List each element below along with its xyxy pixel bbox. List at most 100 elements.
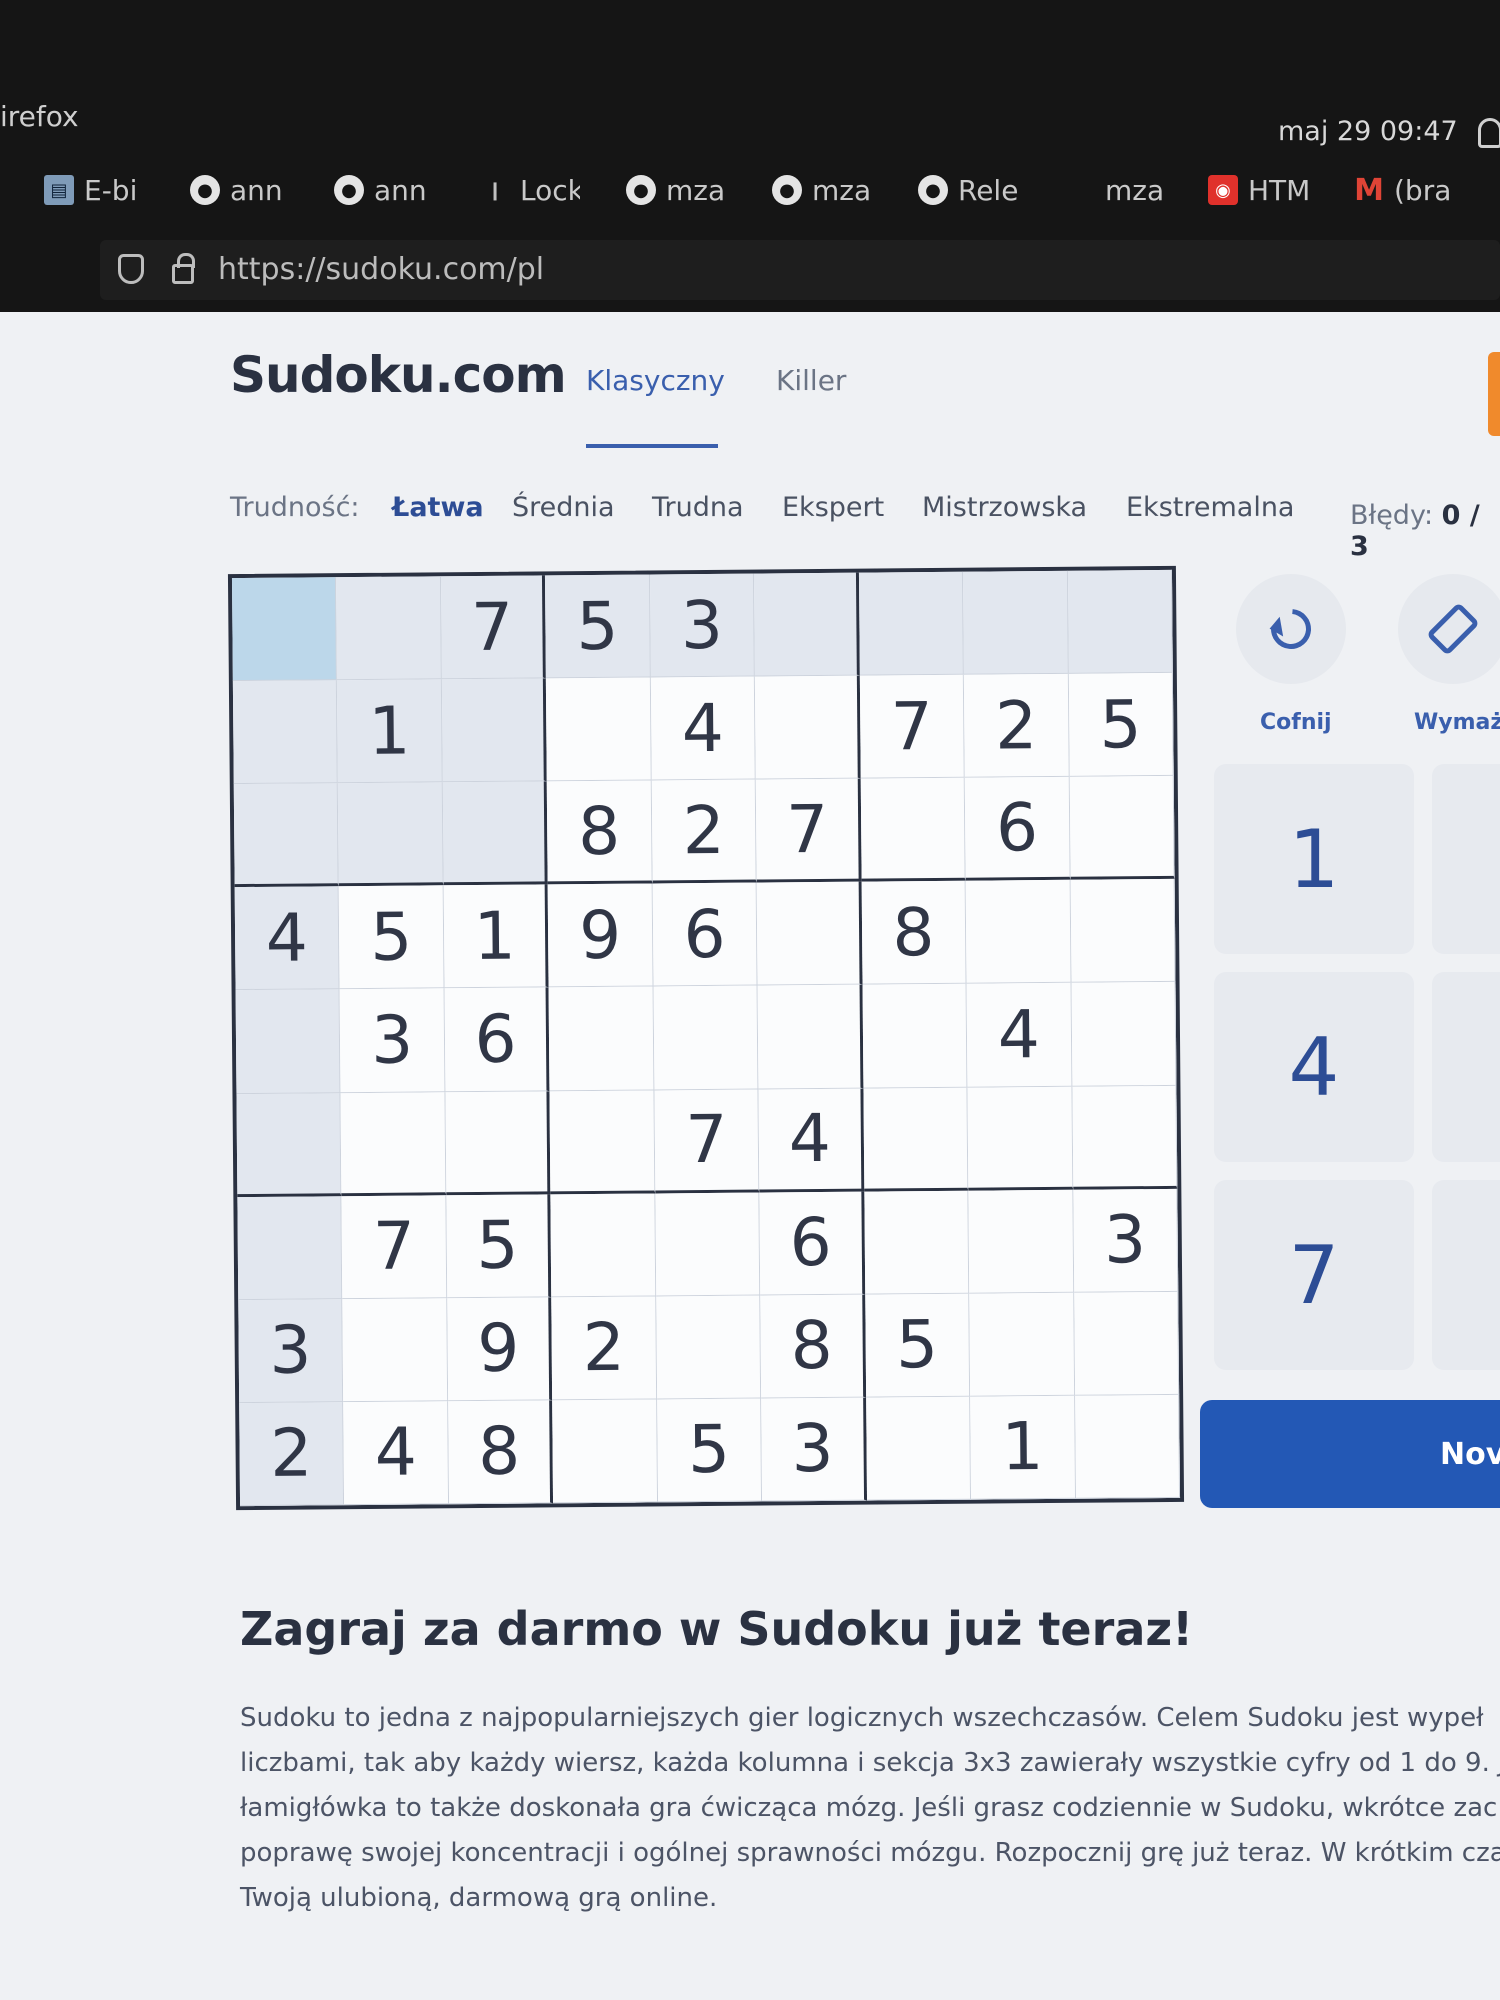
sudoku-cell[interactable]: 4 xyxy=(966,983,1072,1088)
sudoku-cell[interactable] xyxy=(548,986,655,1091)
sudoku-cell[interactable]: 9 xyxy=(447,1297,553,1402)
sudoku-cell[interactable]: 6 xyxy=(759,1191,865,1296)
sudoku-cell[interactable]: 7 xyxy=(440,575,547,680)
sudoku-cell[interactable]: 2 xyxy=(239,1402,345,1507)
sudoku-cell[interactable] xyxy=(757,985,864,1090)
sudoku-cell[interactable] xyxy=(237,1195,343,1300)
sudoku-cell[interactable] xyxy=(235,989,341,1094)
sudoku-cell[interactable] xyxy=(754,572,860,677)
sudoku-cell[interactable]: 5 xyxy=(545,574,651,679)
sudoku-cell[interactable]: 2 xyxy=(551,1296,657,1401)
bookmark-item[interactable]: ◉ HTM xyxy=(1208,168,1308,212)
sudoku-cell[interactable] xyxy=(338,782,444,887)
sudoku-cell[interactable] xyxy=(863,1087,969,1192)
sudoku-cell[interactable]: 6 xyxy=(444,987,550,1092)
bookmark-item[interactable]: ● mza xyxy=(626,168,726,212)
bookmark-item[interactable]: ● mza xyxy=(772,168,872,212)
sudoku-cell[interactable]: 4 xyxy=(343,1401,449,1506)
sudoku-cell[interactable]: 2 xyxy=(963,673,1070,778)
sudoku-cell[interactable]: 1 xyxy=(443,884,549,989)
sudoku-cell[interactable] xyxy=(1071,982,1177,1087)
difficulty-medium[interactable]: Średnia xyxy=(512,492,615,523)
erase-button[interactable] xyxy=(1398,574,1500,684)
new-game-button[interactable]: Nov xyxy=(1200,1400,1500,1508)
sudoku-cell[interactable] xyxy=(862,984,968,1089)
sudoku-cell[interactable]: 5 xyxy=(1068,673,1174,778)
address-bar[interactable]: https://sudoku.com/pl xyxy=(100,240,1500,300)
number-key-7[interactable]: 7 xyxy=(1214,1180,1414,1370)
sudoku-cell[interactable] xyxy=(865,1396,972,1501)
sudoku-cell[interactable] xyxy=(755,675,861,780)
sudoku-cell[interactable]: 9 xyxy=(547,883,654,988)
sudoku-cell[interactable] xyxy=(231,577,338,682)
undo-button[interactable] xyxy=(1236,574,1346,684)
bookmark-item[interactable]: ▤ E-bi xyxy=(44,168,139,212)
number-key-8[interactable] xyxy=(1432,1180,1500,1370)
sudoku-cell[interactable]: 8 xyxy=(861,881,967,986)
sudoku-cell[interactable] xyxy=(336,576,442,681)
sudoku-cell[interactable] xyxy=(340,1091,447,1196)
sudoku-cell[interactable]: 4 xyxy=(650,676,756,781)
lock-icon[interactable] xyxy=(172,253,195,284)
sudoku-cell[interactable] xyxy=(1074,1394,1181,1499)
sudoku-cell[interactable]: 7 xyxy=(859,674,965,779)
difficulty-master[interactable]: Mistrzowska xyxy=(922,492,1087,523)
sudoku-cell[interactable] xyxy=(552,1399,658,1504)
bookmark-item[interactable]: ❙ Lock xyxy=(480,168,580,212)
sudoku-cell[interactable]: 7 xyxy=(654,1089,760,1194)
number-key-5[interactable] xyxy=(1432,972,1500,1162)
sudoku-cell[interactable]: 4 xyxy=(234,886,341,991)
bookmark-item[interactable]: ● ann xyxy=(334,168,429,212)
difficulty-easy[interactable]: Łatwa xyxy=(392,492,484,523)
difficulty-hard[interactable]: Trudna xyxy=(652,492,744,523)
sudoku-cell[interactable] xyxy=(860,777,966,882)
sudoku-cell[interactable]: 8 xyxy=(448,1400,554,1505)
notification-bell-icon[interactable] xyxy=(1478,118,1500,148)
sudoku-cell[interactable]: 3 xyxy=(1072,1188,1179,1293)
sudoku-cell[interactable] xyxy=(969,1292,1075,1397)
sudoku-cell[interactable] xyxy=(653,985,759,1091)
sudoku-cell[interactable]: 3 xyxy=(340,988,446,1093)
sudoku-cell[interactable] xyxy=(968,1189,1074,1294)
sudoku-cell[interactable] xyxy=(232,680,339,785)
sudoku-cell[interactable] xyxy=(756,881,863,986)
sudoku-cell[interactable]: 1 xyxy=(970,1395,1076,1500)
tab-classic[interactable]: Klasyczny xyxy=(586,364,725,397)
site-logo[interactable]: Sudoku.com xyxy=(230,346,567,404)
sudoku-cell[interactable] xyxy=(342,1298,449,1403)
bookmark-item[interactable]: ● Rele xyxy=(918,168,1018,212)
sudoku-cell[interactable]: 4 xyxy=(758,1088,864,1193)
sudoku-cell[interactable] xyxy=(1069,776,1175,881)
sudoku-cell[interactable] xyxy=(1067,569,1173,674)
sudoku-cell[interactable]: 7 xyxy=(341,1194,448,1299)
sudoku-cell[interactable]: 8 xyxy=(760,1294,866,1399)
sudoku-cell[interactable]: 6 xyxy=(652,882,758,987)
sudoku-cell[interactable] xyxy=(967,1086,1073,1191)
bookmark-item[interactable]: M (bra xyxy=(1354,168,1474,212)
url-text[interactable]: https://sudoku.com/pl xyxy=(218,252,544,287)
sudoku-cell[interactable] xyxy=(863,1190,970,1295)
sudoku-cell[interactable]: 7 xyxy=(755,778,862,883)
sudoku-cell[interactable] xyxy=(441,678,548,783)
sudoku-cell[interactable] xyxy=(1070,879,1176,984)
sudoku-cell[interactable]: 5 xyxy=(656,1398,763,1503)
number-key-1[interactable]: 1 xyxy=(1214,764,1414,954)
sudoku-cell[interactable] xyxy=(963,570,1069,675)
sudoku-cell[interactable] xyxy=(656,1295,762,1400)
sudoku-cell[interactable]: 3 xyxy=(761,1397,867,1502)
sudoku-cell[interactable]: 6 xyxy=(964,777,1071,882)
sudoku-cell[interactable]: 2 xyxy=(651,779,757,884)
difficulty-extreme[interactable]: Ekstremalna xyxy=(1126,492,1294,523)
sudoku-cell[interactable]: 5 xyxy=(864,1293,971,1398)
sudoku-cell[interactable] xyxy=(445,1090,551,1195)
sudoku-cell[interactable] xyxy=(546,677,652,782)
shield-icon[interactable] xyxy=(118,254,144,284)
sudoku-cell[interactable] xyxy=(236,1092,342,1197)
sudoku-cell[interactable] xyxy=(1071,1085,1178,1190)
number-key-4[interactable]: 4 xyxy=(1214,972,1414,1162)
sudoku-cell[interactable] xyxy=(550,1193,657,1298)
sudoku-board[interactable]: 75314725827645196836474756339285248531 xyxy=(227,565,1185,1511)
sudoku-cell[interactable] xyxy=(965,880,1072,985)
sudoku-cell[interactable]: 1 xyxy=(337,679,443,784)
number-key-2[interactable] xyxy=(1432,764,1500,954)
